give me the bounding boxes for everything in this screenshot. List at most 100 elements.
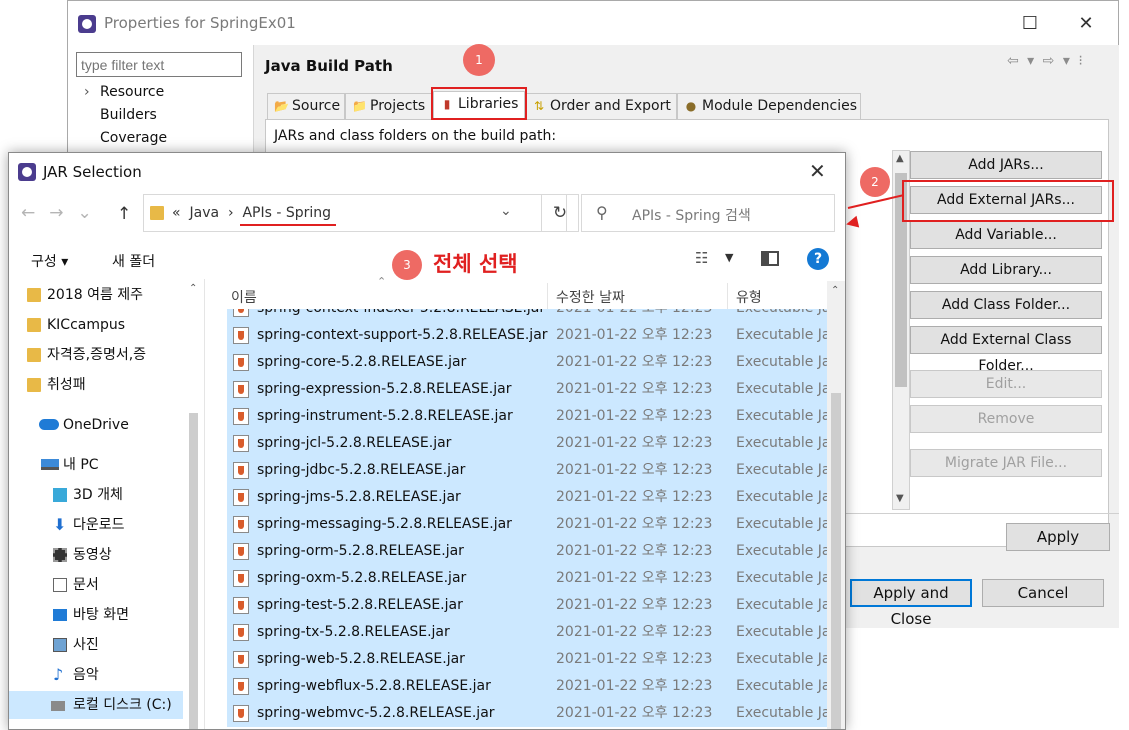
file-row[interactable]: spring-context-indexer-5.2.8.RELEASE.jar… [227, 309, 827, 322]
breadcrumb: « Java › APIs - Spring [172, 205, 331, 221]
column-type[interactable]: 유형 [736, 287, 762, 307]
file-row[interactable]: spring-web-5.2.8.RELEASE.jar 2021-01-22 오… [227, 646, 827, 673]
new-folder-button[interactable]: 새 폴더 [112, 251, 155, 271]
add-external-class-folder-button[interactable]: Add External Class Folder... [910, 326, 1102, 374]
migrate-jar-button[interactable]: Migrate JAR File... [910, 449, 1102, 477]
tree-item-documents[interactable]: 문서 [53, 571, 99, 599]
jar-file-icon [233, 354, 249, 371]
file-date: 2021-01-22 오후 12:23 [556, 570, 713, 586]
cancel-button[interactable]: Cancel [982, 579, 1104, 607]
file-row[interactable]: spring-expression-5.2.8.RELEASE.jar 2021-… [227, 376, 827, 403]
tree-item-folder[interactable]: 취성패 [27, 371, 86, 399]
add-library-button[interactable]: Add Library... [910, 256, 1102, 284]
tab-order-export[interactable]: ⇅ Order and Export [525, 93, 677, 119]
tree-item-pictures[interactable]: 사진 [53, 631, 99, 659]
tree-item-folder[interactable]: KICcampus [27, 311, 125, 339]
tree-item-music[interactable]: ♪ 음악 [53, 661, 99, 689]
address-bar[interactable]: « Java › APIs - Spring ⌄ [143, 194, 567, 232]
refresh-icon[interactable]: ↻ [541, 194, 579, 232]
file-row[interactable]: spring-messaging-5.2.8.RELEASE.jar 2021-0… [227, 511, 827, 538]
nav-item-coverage[interactable]: Coverage [100, 130, 167, 146]
remove-button[interactable]: Remove [910, 405, 1102, 433]
step3-label: 전체 선택 [433, 252, 518, 276]
file-type: Executable Ja [736, 381, 827, 397]
file-list-scrollbar[interactable]: ⌃ [827, 281, 845, 729]
file-row[interactable]: spring-instrument-5.2.8.RELEASE.jar 2021-… [227, 403, 827, 430]
tree-item-downloads[interactable]: ⬇ 다운로드 [53, 511, 125, 539]
add-class-folder-button[interactable]: Add Class Folder... [910, 291, 1102, 319]
breadcrumb-overflow[interactable]: « [172, 205, 181, 221]
tree-item-videos[interactable]: 동영상 [53, 541, 112, 569]
tree-scrollbar[interactable]: ⌃ [185, 279, 203, 729]
file-row[interactable]: spring-jdbc-5.2.8.RELEASE.jar 2021-01-22 … [227, 457, 827, 484]
file-type: Executable Ja [736, 651, 827, 667]
filter-input[interactable] [76, 52, 242, 77]
history-nav-icon[interactable]: ⇦ ▾ ⇨ ▾ ⁝ [1007, 53, 1085, 69]
file-name: spring-jcl-5.2.8.RELEASE.jar [257, 435, 452, 451]
scroll-up-icon[interactable]: ⌃ [831, 285, 839, 296]
file-name: spring-oxm-5.2.8.RELEASE.jar [257, 570, 467, 586]
tree-item-folder[interactable]: 2018 여름 제주 [27, 281, 143, 309]
back-forward-icon[interactable]: ←→⌄ [21, 203, 106, 223]
apply-button[interactable]: Apply [1006, 523, 1110, 551]
column-date[interactable]: 수정한 날짜 [556, 287, 625, 307]
scroll-thumb[interactable] [189, 413, 198, 729]
file-row[interactable]: spring-oxm-5.2.8.RELEASE.jar 2021-01-22 오… [227, 565, 827, 592]
onedrive-icon [39, 419, 59, 430]
tree-item-local-disk[interactable]: 로컬 디스크 (C:) [9, 691, 183, 719]
close-icon[interactable]: ✕ [809, 159, 826, 183]
tree-item-desktop[interactable]: 바탕 화면 [53, 601, 129, 629]
close-button[interactable]: ✕ [1066, 11, 1106, 37]
tree-item-label: 바탕 화면 [73, 607, 129, 623]
search-input[interactable]: ⚲ APIs - Spring 검색 [581, 194, 835, 232]
scroll-thumb[interactable] [831, 393, 841, 729]
organize-button[interactable]: 구성 ▾ [31, 251, 68, 271]
nav-item-builders[interactable]: Builders [100, 107, 157, 123]
scroll-up-icon[interactable]: ⌃ [189, 283, 197, 294]
chevron-down-icon[interactable]: ▼ [725, 251, 733, 264]
file-row[interactable]: spring-orm-5.2.8.RELEASE.jar 2021-01-22 오… [227, 538, 827, 565]
tab-projects[interactable]: 📁 Projects [345, 93, 433, 119]
desktop-icon [53, 609, 67, 621]
file-row[interactable]: spring-test-5.2.8.RELEASE.jar 2021-01-22 … [227, 592, 827, 619]
add-jars-button[interactable]: Add JARs... [910, 151, 1102, 179]
file-row[interactable]: spring-jms-5.2.8.RELEASE.jar 2021-01-22 오… [227, 484, 827, 511]
file-row[interactable]: spring-webmvc-5.2.8.RELEASE.jar 2021-01-2… [227, 700, 827, 727]
edit-button[interactable]: Edit... [910, 370, 1102, 398]
file-row[interactable]: spring-core-5.2.8.RELEASE.jar 2021-01-22 … [227, 349, 827, 376]
file-date: 2021-01-22 오후 12:23 [556, 543, 713, 559]
annotation-underline [240, 224, 336, 226]
nav-item-resource[interactable]: Resource [100, 84, 164, 100]
file-row[interactable]: spring-context-support-5.2.8.RELEASE.jar… [227, 322, 827, 349]
up-arrow-icon[interactable]: ↑ [117, 204, 131, 224]
breadcrumb-apis-spring[interactable]: APIs - Spring [242, 205, 331, 221]
scroll-down-icon[interactable]: ▼ [896, 493, 904, 504]
tree-item-this-pc[interactable]: 내 PC [41, 451, 99, 479]
add-variable-button[interactable]: Add Variable... [910, 221, 1102, 249]
eclipse-icon [78, 15, 96, 33]
file-date: 2021-01-22 오후 12:23 [556, 624, 713, 640]
highlight-libraries-tab [431, 87, 527, 120]
view-options-icon[interactable]: ☷ [695, 249, 708, 267]
tree-item-label: 음악 [73, 667, 99, 683]
tree-item-onedrive[interactable]: OneDrive [39, 411, 129, 439]
file-row[interactable]: spring-tx-5.2.8.RELEASE.jar 2021-01-22 오후… [227, 619, 827, 646]
tab-module-dependencies[interactable]: ● Module Dependencies [677, 93, 861, 119]
chevron-right-icon: › [227, 205, 234, 221]
chevron-down-icon[interactable]: ⌄ [500, 203, 512, 219]
file-date: 2021-01-22 오후 12:23 [556, 381, 713, 397]
maximize-button[interactable]: ☐ [1010, 11, 1050, 37]
help-icon[interactable]: ? [807, 248, 829, 270]
expand-chevron-icon[interactable]: › [84, 84, 90, 100]
breadcrumb-java[interactable]: Java [189, 205, 219, 221]
tree-item-3d-objects[interactable]: 3D 개체 [53, 481, 123, 509]
scroll-up-icon[interactable]: ▲ [896, 153, 904, 164]
file-row[interactable]: spring-jcl-5.2.8.RELEASE.jar 2021-01-22 오… [227, 430, 827, 457]
file-row[interactable]: spring-webflux-5.2.8.RELEASE.jar 2021-01-… [227, 673, 827, 700]
preview-pane-icon[interactable] [761, 251, 779, 266]
apply-and-close-button[interactable]: Apply and Close [850, 579, 972, 628]
jar-file-icon [233, 408, 249, 425]
column-name[interactable]: 이름 [231, 287, 257, 307]
tree-item-folder[interactable]: 자격증,증명서,증 [27, 341, 146, 369]
tab-source[interactable]: 📂 Source [267, 93, 345, 119]
